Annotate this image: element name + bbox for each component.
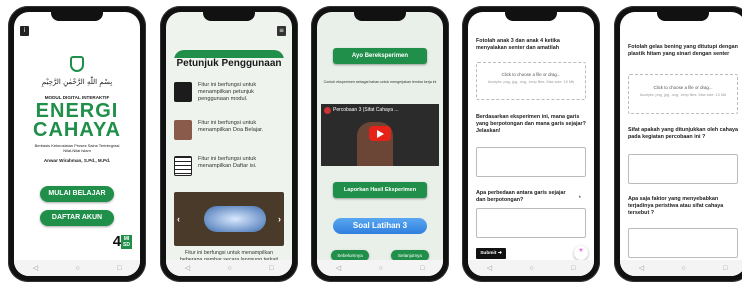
nav-home[interactable]: ○ bbox=[227, 265, 231, 272]
report-button[interactable]: Laporkan Hasil Eksperimen bbox=[333, 182, 427, 198]
badge-sd: SD bbox=[123, 241, 130, 248]
system-navbar: ◁ ○ □ bbox=[317, 260, 443, 276]
gallery-next-icon[interactable]: › bbox=[278, 214, 281, 224]
answer-lines[interactable] bbox=[476, 147, 586, 177]
nav-home[interactable]: ○ bbox=[529, 265, 533, 272]
gallery-image bbox=[204, 206, 266, 232]
feature-guide-text: Fitur ini berfungsi untuk menampilkan pe… bbox=[198, 82, 257, 102]
file-upload-a[interactable]: Click to choose a file or drag... Accept… bbox=[476, 62, 586, 100]
nav-recent[interactable]: □ bbox=[269, 265, 273, 272]
nav-recent[interactable]: □ bbox=[723, 265, 727, 272]
camera-notch bbox=[51, 12, 103, 21]
nav-back[interactable]: ◁ bbox=[336, 264, 341, 272]
phone-form-b: Fotolah gelas bening yang ditutupi denga… bbox=[614, 6, 742, 282]
phone-guide: ≡ Petunjuk Penggunaan Fitur ini berfungs… bbox=[160, 6, 298, 282]
nav-back[interactable]: ◁ bbox=[487, 264, 492, 272]
question-difference: Apa perbedaan antara garis sejajar dan b… bbox=[476, 190, 566, 203]
feature-prayer: Fitur ini berfungsi untuk menampilkan Do… bbox=[174, 120, 284, 140]
channel-avatar bbox=[324, 107, 331, 114]
menu-icon[interactable]: ≡ bbox=[277, 26, 286, 36]
nav-back[interactable]: ◁ bbox=[185, 264, 190, 272]
phone-form-a: Fotolah anak 3 dan anak 4 ketika menyala… bbox=[462, 6, 600, 282]
nav-recent[interactable]: □ bbox=[420, 265, 424, 272]
camera-notch bbox=[354, 12, 406, 21]
question-photo-a: Fotolah anak 3 dan anak 4 ketika menyala… bbox=[476, 38, 560, 51]
answer-difference[interactable] bbox=[476, 208, 586, 238]
answer-property[interactable] bbox=[628, 154, 738, 184]
system-navbar: ◁ ○ □ bbox=[166, 260, 292, 276]
play-icon[interactable] bbox=[369, 126, 391, 141]
form-b-screen: Fotolah gelas bening yang ditutupi denga… bbox=[620, 12, 742, 276]
quiz-button[interactable]: Soal Latihan 3 bbox=[333, 218, 427, 234]
question-factors: Apa saja faktor yang menyebabkan terjadi… bbox=[628, 196, 724, 216]
experiment-screen: Ayo Bereksperimen Contoh eksperimen seba… bbox=[317, 12, 443, 276]
phone-home: i بِسْمِ اللّٰهِ الرَّحْمٰنِ الرَّحِيْمِ… bbox=[8, 6, 146, 282]
upload-label: Click to choose a file or drag... bbox=[501, 72, 561, 77]
system-navbar: ◁ ○ □ bbox=[620, 260, 742, 276]
feature-toc-text: Fitur ini berfungsi untuk menampilkan Da… bbox=[198, 156, 257, 169]
video-player[interactable]: Percobaan 3 (Sifat Cahaya ... bbox=[321, 104, 439, 166]
nav-home[interactable]: ○ bbox=[75, 265, 79, 272]
grade-badge: 4 MI SD bbox=[113, 233, 132, 250]
nav-recent[interactable]: □ bbox=[571, 265, 575, 272]
grade-number: 4 bbox=[112, 233, 122, 250]
account-list-button[interactable]: DAFTAR AKUN bbox=[40, 210, 114, 226]
feature-prayer-text: Fitur ini berfungsi untuk menampilkan Do… bbox=[198, 120, 264, 133]
submit-button[interactable]: Submit ➜ bbox=[476, 248, 506, 259]
book-icon bbox=[174, 82, 192, 102]
upload-types: Accepts: png, jpg, .svg, .bmp files. Max… bbox=[639, 93, 727, 97]
guide-screen: ≡ Petunjuk Penggunaan Fitur ini berfungs… bbox=[166, 12, 292, 276]
nav-back[interactable]: ◁ bbox=[33, 264, 38, 272]
question-photo-b: Fotolah gelas bening yang ditutupi denga… bbox=[628, 44, 738, 57]
nav-home[interactable]: ○ bbox=[681, 265, 685, 272]
question-property: Sifat apakah yang ditunjukkan oleh cahay… bbox=[628, 127, 738, 140]
phone-experiment: Ayo Bereksperimen Contoh eksperimen seba… bbox=[311, 6, 449, 282]
form-a-screen: Fotolah anak 3 dan anak 4 ketika menyala… bbox=[468, 12, 594, 276]
gallery-prev-icon[interactable]: ‹ bbox=[177, 214, 180, 224]
experiment-instruction: Contoh eksperimen sebagai bahan untuk me… bbox=[323, 80, 437, 84]
required-mark: * bbox=[578, 196, 581, 202]
system-navbar: ◁ ○ □ bbox=[14, 260, 140, 276]
camera-notch bbox=[203, 12, 255, 21]
answer-factors[interactable] bbox=[628, 228, 738, 258]
sparkle-icon[interactable]: * bbox=[574, 246, 588, 260]
question-lines: Berdasarkan eksperimen ini, mana garis y… bbox=[476, 114, 586, 134]
author: Anwar Wirahman, S.Pd., M.Pd. bbox=[43, 158, 111, 163]
experiment-button[interactable]: Ayo Bereksperimen bbox=[333, 48, 427, 64]
image-gallery[interactable]: ‹ › bbox=[174, 192, 284, 246]
home-screen: i بِسْمِ اللّٰهِ الرَّحْمٰنِ الرَّحِيْمِ… bbox=[14, 12, 140, 276]
list-icon bbox=[174, 156, 192, 176]
logo-icon bbox=[70, 56, 84, 72]
video-title: Percobaan 3 (Sifat Cahaya ... bbox=[333, 107, 399, 113]
upload-label: Click to choose a file or drag... bbox=[653, 85, 713, 90]
nav-home[interactable]: ○ bbox=[378, 265, 382, 272]
upload-types: Accepts: png, jpg, .svg, .bmp files. Max… bbox=[487, 80, 575, 84]
prayer-icon bbox=[174, 120, 192, 140]
camera-notch bbox=[505, 12, 557, 21]
basmalah: بِسْمِ اللّٰهِ الرَّحْمٰنِ الرَّحِيْمِ bbox=[41, 78, 113, 86]
camera-notch bbox=[657, 12, 709, 21]
nav-recent[interactable]: □ bbox=[117, 265, 121, 272]
guide-title: Petunjuk Penggunaan bbox=[174, 58, 284, 69]
system-navbar: ◁ ○ □ bbox=[468, 260, 594, 276]
info-icon[interactable]: i bbox=[20, 26, 29, 36]
feature-guide: Fitur ini berfungsi untuk menampilkan pe… bbox=[174, 82, 284, 103]
start-learning-button[interactable]: MULAI BELAJAR bbox=[40, 186, 114, 202]
guide-title-banner: Petunjuk Penggunaan bbox=[174, 50, 284, 69]
feature-toc: Fitur ini berfungsi untuk menampilkan Da… bbox=[174, 156, 284, 176]
file-upload-b[interactable]: Click to choose a file or drag... Accept… bbox=[628, 74, 738, 114]
title-cahaya: CAHAYA bbox=[33, 119, 121, 141]
tagline: Berbasis Kekeosistan Proses Sains Terint… bbox=[34, 143, 120, 153]
nav-back[interactable]: ◁ bbox=[639, 264, 644, 272]
